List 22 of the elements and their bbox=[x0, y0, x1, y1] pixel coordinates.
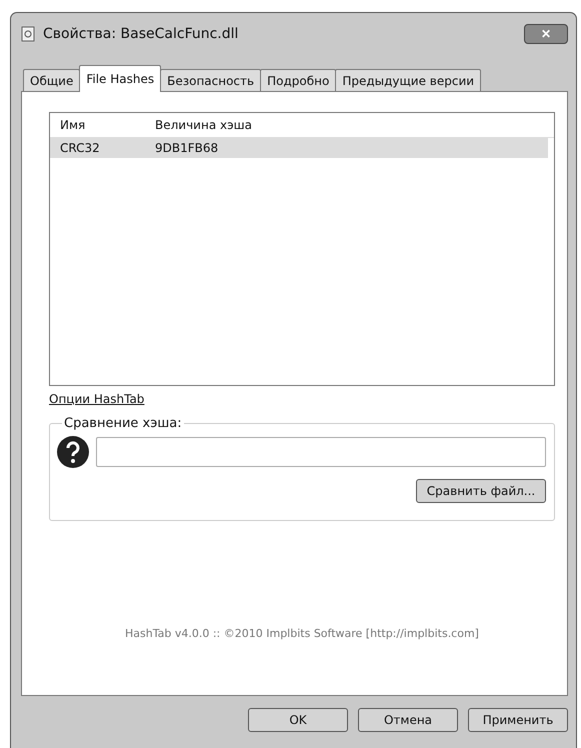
options-link[interactable]: Опции HashTab bbox=[49, 392, 144, 406]
close-button[interactable]: ✕ bbox=[524, 24, 568, 44]
dialog-button[interactable]: OK bbox=[248, 708, 348, 732]
list-row[interactable]: CRC32 9DB1FB68 bbox=[50, 138, 548, 158]
tab[interactable]: Общие bbox=[23, 69, 80, 92]
question-icon bbox=[56, 435, 90, 469]
dialog-button[interactable]: Применить bbox=[468, 708, 568, 732]
tab[interactable]: Предыдущие версии bbox=[335, 69, 482, 92]
list-cell-text: 9DB1FB68 bbox=[154, 141, 220, 155]
column-header: Имя bbox=[59, 118, 86, 132]
compare-file-button[interactable]: Сравнить файл... bbox=[416, 479, 546, 503]
tab[interactable]: Подробно bbox=[260, 69, 336, 92]
hash-input-field[interactable] bbox=[96, 437, 546, 467]
tab[interactable]: File Hashes bbox=[79, 65, 162, 92]
window-title: Свойства: BaseCalcFunc.dll bbox=[43, 26, 240, 42]
dialog-button[interactable]: Отмена bbox=[358, 708, 458, 732]
tab[interactable]: Безопасность bbox=[160, 69, 262, 92]
column-header: Величина хэша bbox=[154, 118, 254, 132]
file-icon bbox=[21, 26, 35, 42]
group-title: Сравнение хэша: bbox=[63, 416, 183, 431]
footer-text: HashTab v4.0.0 :: ©2010 Implbits Software [http://implbits.com] bbox=[125, 627, 479, 640]
list-cell-text: CRC32 bbox=[59, 141, 101, 155]
